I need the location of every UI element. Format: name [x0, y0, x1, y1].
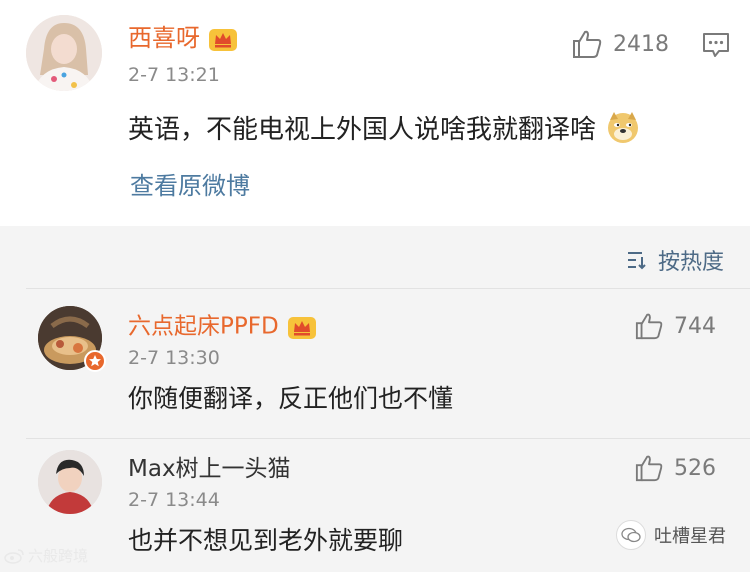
watermark-right-text: 吐槽星君 — [654, 526, 726, 547]
post-content: 英语，不能电视上外国人说啥我就翻译啥 — [128, 110, 640, 144]
post-author-name-text[interactable]: 西喜呀 — [128, 24, 200, 52]
comment-author-name-text[interactable]: 六点起床PPFD — [128, 314, 279, 340]
weibo-logo-icon — [4, 548, 24, 564]
sort-divider — [26, 288, 750, 289]
comment-author-name[interactable]: 六点起床PPFD — [128, 314, 317, 340]
comment-time: 2-7 13:30 — [128, 347, 220, 369]
comment-like-button[interactable]: 744 — [634, 312, 716, 340]
comment-text: 也并不想见到老外就要聊 — [128, 526, 404, 555]
comment-time: 2-7 13:44 — [128, 489, 220, 511]
post-time: 2-7 13:21 — [128, 64, 220, 86]
post-author-name[interactable]: 西喜呀 — [128, 26, 238, 52]
thumbs-up-icon — [573, 30, 602, 58]
comment-text: 你随便翻译，反正他们也不懂 — [128, 384, 454, 413]
view-original-post-link[interactable]: 查看原微博 — [130, 174, 250, 198]
sort-icon — [627, 252, 646, 270]
watermark-left: 六般跨境 — [4, 545, 88, 566]
watermark-right: 吐槽星君 — [616, 520, 726, 550]
comment-like-count: 744 — [674, 313, 716, 339]
verified-badge — [84, 350, 106, 372]
comment-like-count: 526 — [674, 455, 716, 481]
vip-crown-icon — [209, 29, 237, 51]
post-text: 英语，不能电视上外国人说啥我就翻译啥 — [128, 115, 597, 145]
sort-by-hot-button[interactable]: 按热度 — [626, 244, 724, 276]
doge-emoji-icon — [608, 112, 639, 143]
vip-crown-icon — [287, 317, 316, 339]
post-like-count: 2418 — [613, 31, 669, 57]
comment-icon — [703, 33, 729, 57]
comment-author-name[interactable]: Max树上一头猫 — [128, 458, 291, 481]
comment-like-button[interactable]: 526 — [634, 454, 716, 482]
post-author-avatar[interactable] — [26, 15, 102, 91]
comment-avatar[interactable] — [38, 450, 102, 514]
watermark-left-text: 六般跨境 — [28, 547, 89, 565]
sort-label: 按热度 — [657, 250, 724, 275]
main-post: 西喜呀 2-7 13:21 2418 英语，不能电视上外国人说啥我就翻译啥 查看… — [0, 0, 750, 226]
thumbs-up-icon — [635, 455, 663, 482]
wechat-logo-icon — [616, 520, 646, 550]
thumbs-up-icon — [635, 313, 663, 340]
comment-button[interactable] — [702, 32, 730, 62]
comment-divider — [26, 438, 750, 439]
post-like-button[interactable]: 2418 — [571, 29, 669, 59]
